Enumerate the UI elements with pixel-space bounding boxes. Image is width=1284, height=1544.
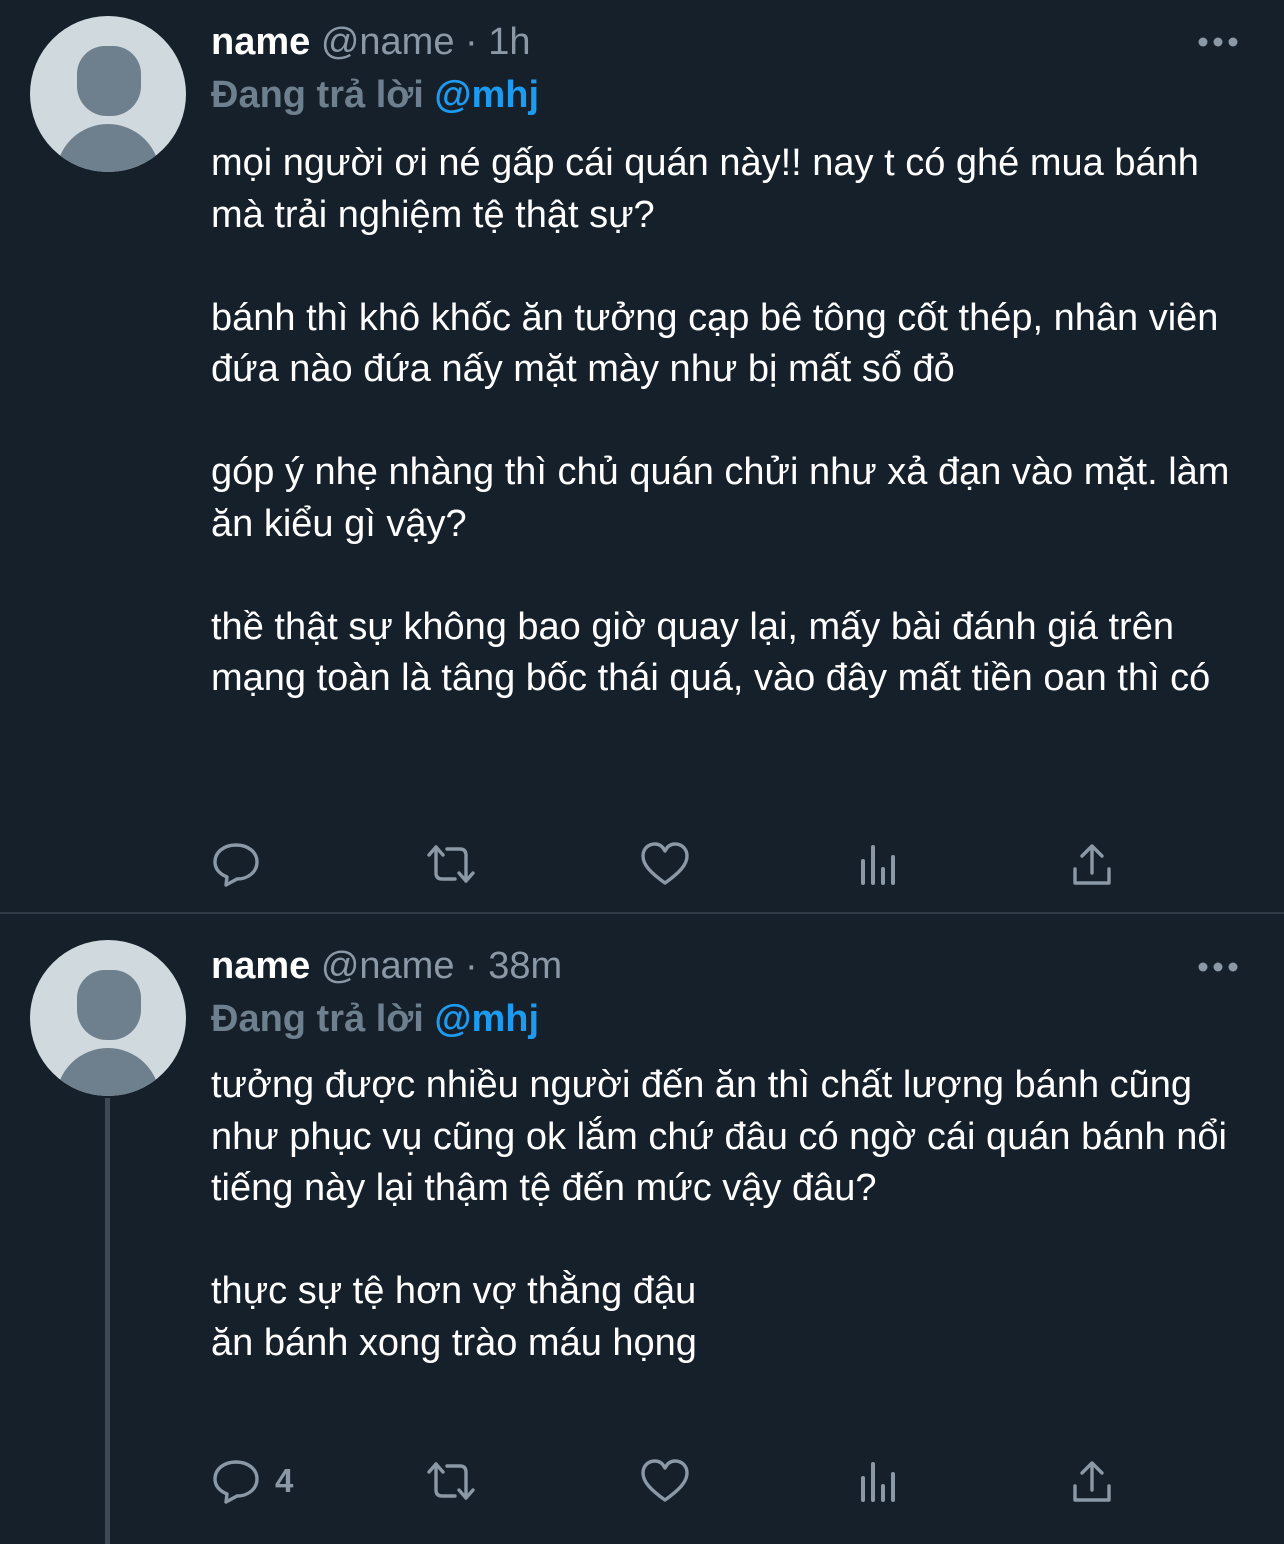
display-name[interactable]: name [211, 945, 310, 987]
tweet-text: tưởng được nhiều người đến ăn thì chất l… [211, 1064, 1227, 1364]
like-button[interactable] [639, 836, 691, 892]
thread-connector-line [105, 1098, 110, 1544]
tweet-text: mọi người ơi né gấp cái quán này!! nay t… [211, 142, 1230, 699]
separator-dot: · [465, 945, 478, 987]
replying-label: Đang trả lời [211, 74, 424, 116]
avatar[interactable] [30, 16, 186, 172]
retweet-icon [423, 1456, 479, 1506]
reply-count: 4 [275, 1462, 294, 1499]
like-icon [639, 839, 691, 889]
user-handle[interactable]: @name [321, 21, 455, 63]
tweet[interactable]: name @name · 1h Đang trả lời @mhj mọi ng… [0, 0, 1284, 913]
avatar-shoulders [56, 124, 160, 172]
replying-to: Đang trả lời @mhj [211, 995, 539, 1043]
retweet-icon [423, 839, 479, 889]
reply-button[interactable]: 4 [211, 1453, 293, 1509]
reply-icon [211, 1456, 261, 1506]
more-icon[interactable] [1196, 32, 1240, 52]
like-icon [639, 1456, 691, 1506]
separator-dot: · [465, 21, 478, 63]
timestamp[interactable]: 38m [488, 945, 562, 987]
retweet-button[interactable] [423, 1453, 479, 1509]
tweet-feed: name @name · 1h Đang trả lời @mhj mọi ng… [0, 0, 1284, 1544]
user-handle[interactable]: @name [321, 945, 455, 987]
avatar-head [77, 970, 141, 1040]
mention-link[interactable]: @mhj [434, 74, 539, 116]
timestamp[interactable]: 1h [488, 21, 530, 63]
action-bar [211, 836, 1111, 892]
avatar[interactable] [30, 940, 186, 1096]
reply-button[interactable] [211, 836, 275, 892]
tweet-header: name @name · 1h [211, 18, 531, 66]
share-icon [1069, 1456, 1115, 1506]
reply-icon [211, 839, 261, 889]
views-button[interactable] [855, 1453, 901, 1509]
views-icon [855, 1456, 901, 1506]
display-name[interactable]: name [211, 21, 310, 63]
replying-to: Đang trả lời @mhj [211, 71, 539, 119]
more-icon[interactable] [1196, 957, 1240, 977]
mention-link[interactable]: @mhj [434, 998, 539, 1040]
avatar-head [77, 46, 141, 116]
tweet[interactable]: name @name · 38m Đang trả lời @mhj tưởng… [0, 915, 1284, 1544]
share-icon [1069, 839, 1115, 889]
replying-label: Đang trả lời [211, 998, 424, 1040]
share-button[interactable] [1069, 836, 1115, 892]
action-bar: 4 [211, 1453, 1111, 1509]
share-button[interactable] [1069, 1453, 1115, 1509]
views-button[interactable] [855, 836, 901, 892]
tweet-header: name @name · 38m [211, 942, 562, 990]
retweet-button[interactable] [423, 836, 479, 892]
views-icon [855, 839, 901, 889]
tweet-divider [0, 912, 1284, 914]
avatar-shoulders [56, 1048, 160, 1096]
like-button[interactable] [639, 1453, 691, 1509]
